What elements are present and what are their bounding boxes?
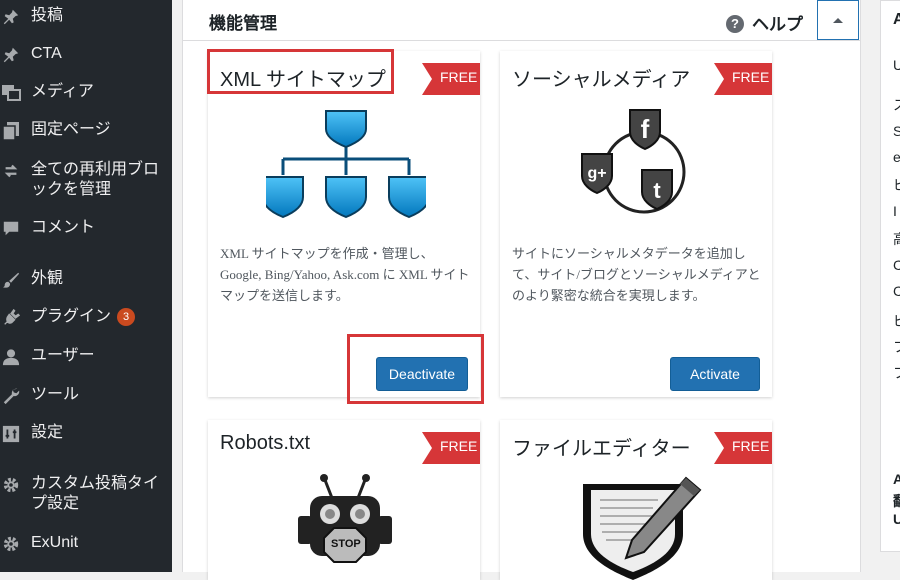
sidebar-item-media[interactable]: メディア — [0, 82, 172, 104]
side-panel-title: A — [893, 11, 900, 28]
panel-title: 機能管理 — [209, 14, 277, 33]
plugins-label: プラグイン — [31, 308, 112, 325]
free-ribbon: FREE — [422, 432, 480, 464]
help-tab-button[interactable]: ? ヘルプ — [726, 10, 803, 35]
settings-icon — [0, 423, 22, 445]
side-panel-text: フ — [893, 363, 900, 383]
module-card-social-media: ソーシャルメディア FREE f g+ t サイトにソーシャルメタデータを追加し… — [500, 51, 772, 397]
side-info-panel: A U ス S e ビ I 高 C C ビ フ フ A 翻 U — [880, 0, 900, 552]
sidebar-item-custom-post-type[interactable]: カスタム投稿タイプ設定 — [0, 474, 172, 516]
gear-icon — [0, 533, 22, 555]
question-icon: ? — [726, 15, 744, 33]
sidebar-item-plugins[interactable]: プラグイン 3 — [0, 307, 172, 329]
side-panel-text: U — [893, 57, 900, 73]
side-panel-text: ビ — [893, 311, 900, 331]
card-title: ファイルエディター — [512, 438, 691, 460]
pages-icon — [0, 120, 22, 142]
feature-management-panel: 機能管理 ? ヘルプ XML サイトマップ FREE XML サイトマップを作成・… — [182, 0, 861, 580]
svg-text:t: t — [653, 178, 661, 203]
sidebar-item-label: メディア — [31, 83, 94, 100]
sidebar-item-label: 外観 — [31, 270, 64, 287]
sidebar-item-tools[interactable]: ツール — [0, 385, 172, 407]
card-description: サイトにソーシャルメタデータを追加して、サイト/ブログとソーシャルメディアとのよ… — [512, 246, 761, 303]
plugin-icon — [0, 307, 22, 329]
side-panel-text: フ — [893, 337, 900, 357]
file-editor-pencil-icon — [583, 476, 702, 580]
sidebar-item-label: プラグイン 3 — [31, 307, 166, 327]
module-card-robots-txt: Robots.txt FREE STOP — [208, 420, 480, 580]
admin-sidebar: 投稿 CTA メディア 固定ページ 全ての再利用ブロックを管理 コメント 外観 … — [0, 0, 172, 572]
social-media-icon: f g+ t — [581, 109, 686, 214]
sidebar-item-settings[interactable]: 設定 — [0, 423, 172, 445]
side-panel-text: C — [893, 257, 900, 273]
stop-sign-label: STOP — [331, 538, 361, 550]
card-title: Robots.txt — [220, 432, 311, 454]
sidebar-item-pages[interactable]: 固定ページ — [0, 120, 172, 142]
sidebar-item-posts[interactable]: 投稿 — [0, 6, 172, 28]
reuse-icon — [0, 160, 22, 182]
side-panel-text: ビ — [893, 175, 900, 195]
ribbon-label: FREE — [440, 438, 478, 454]
card-title: ソーシャルメディア — [512, 69, 691, 91]
sidebar-item-label: 設定 — [31, 424, 64, 441]
pin-icon — [0, 44, 22, 66]
robot-stop-icon — [298, 474, 392, 563]
module-card-file-editor: ファイルエディター FREE — [500, 420, 772, 580]
sidebar-item-label: カスタム投稿タイプ設定 — [31, 475, 160, 512]
chevron-up-icon — [833, 18, 843, 23]
update-count-badge: 3 — [117, 308, 136, 326]
sidebar-item-label: コメント — [31, 219, 96, 236]
sidebar-item-label: 全ての再利用ブロックを管理 — [31, 161, 160, 198]
sidebar-item-label: 投稿 — [31, 7, 64, 24]
side-panel-text: C — [893, 283, 900, 299]
gear-icon — [0, 474, 22, 496]
ribbon-label: FREE — [732, 69, 770, 85]
side-panel-text: ス — [893, 95, 900, 115]
svg-text:g+: g+ — [587, 165, 606, 182]
wrench-icon — [0, 385, 22, 407]
sidebar-item-label: CTA — [31, 45, 62, 62]
side-panel-text: 高 — [893, 229, 900, 249]
brush-icon — [0, 269, 22, 291]
side-panel-text: U — [893, 511, 900, 527]
highlight-box-title — [207, 49, 394, 94]
help-label: ヘルプ — [752, 15, 803, 34]
user-icon — [0, 346, 22, 368]
sidebar-item-exunit[interactable]: ExUnit — [0, 533, 172, 555]
ribbon-label: FREE — [732, 438, 770, 454]
sidebar-item-cta[interactable]: CTA — [0, 44, 172, 66]
side-panel-text: e — [893, 149, 900, 165]
panel-header: 機能管理 ? ヘルプ — [183, 0, 860, 41]
sidebar-item-label: ExUnit — [31, 534, 79, 551]
ribbon-label: FREE — [440, 69, 478, 85]
sidebar-item-label: 固定ページ — [31, 121, 111, 138]
highlight-box-deactivate — [347, 334, 484, 404]
pin-icon — [0, 6, 22, 28]
side-panel-text: I — [893, 203, 897, 219]
side-panel-text: S — [893, 123, 900, 139]
comment-icon — [0, 218, 22, 240]
sidebar-item-label: ツール — [31, 386, 80, 403]
sitemap-tree-icon — [266, 110, 426, 219]
sidebar-item-comments[interactable]: コメント — [0, 218, 172, 240]
activate-button[interactable]: Activate — [670, 357, 760, 391]
free-ribbon: FREE — [714, 63, 772, 95]
sidebar-item-label: ユーザー — [31, 347, 95, 364]
free-ribbon: FREE — [422, 63, 480, 95]
media-icon — [0, 82, 22, 104]
card-description: XML サイトマップを作成・管理し、Google, Bing/Yahoo, As… — [220, 246, 470, 303]
side-panel-text: 翻 — [893, 491, 900, 511]
collapse-toggle-button[interactable] — [817, 0, 859, 40]
sidebar-item-reusable-blocks[interactable]: 全ての再利用ブロックを管理 — [0, 160, 172, 202]
free-ribbon: FREE — [714, 432, 772, 464]
svg-text:f: f — [641, 114, 650, 144]
side-panel-text: A — [893, 471, 900, 487]
sidebar-item-users[interactable]: ユーザー — [0, 346, 172, 368]
sidebar-item-appearance[interactable]: 外観 — [0, 269, 172, 291]
